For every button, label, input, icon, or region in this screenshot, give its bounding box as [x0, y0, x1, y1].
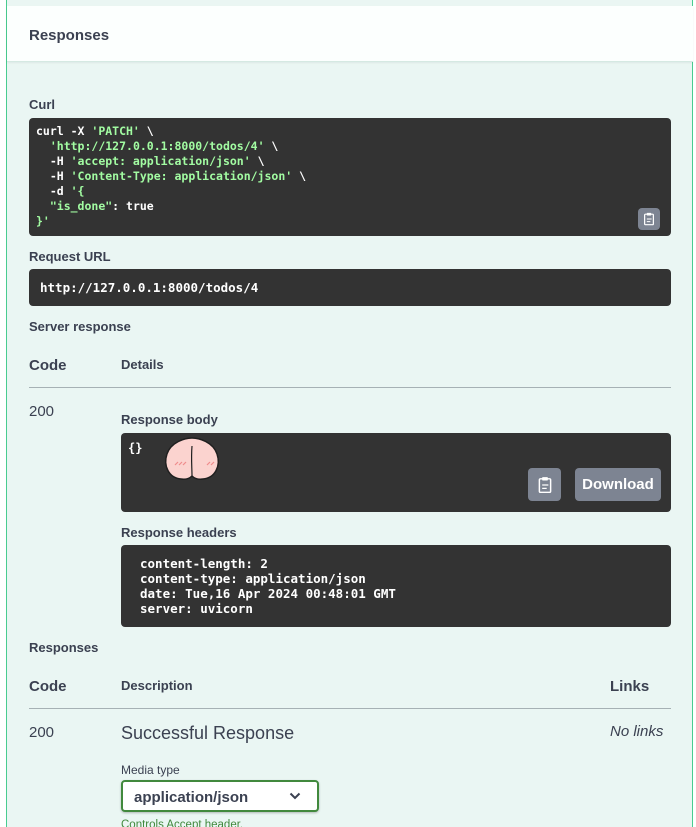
responses-header: Responses: [7, 6, 693, 62]
curl-token: -H: [36, 154, 71, 168]
curl-string-token: 'PATCH': [91, 124, 140, 138]
response-header-line: content-length: 2: [140, 556, 268, 571]
server-response-code-header: Code: [29, 357, 67, 374]
response-headers-label: Response headers: [121, 525, 237, 540]
responses-links-header: Links: [610, 678, 650, 695]
curl-string-token: 'http://127.0.0.1:8000/todos/4': [49, 139, 265, 153]
controls-accept-header-text: Controls Accept header.: [121, 819, 244, 827]
media-type-selected-value: application/json: [134, 789, 249, 806]
curl-token: curl -X: [36, 124, 92, 138]
chevron-down-icon: [289, 792, 301, 800]
request-url-box[interactable]: http://127.0.0.1:8000/todos/4: [29, 269, 671, 306]
peach-sticker-icon: [165, 437, 219, 480]
curl-line: "is_done": true: [36, 199, 664, 214]
curl-string-token: '{: [70, 184, 85, 198]
responses-label: Responses: [29, 640, 99, 655]
curl-lines: curl -X 'PATCH' \ 'http://127.0.0.1:8000…: [36, 124, 664, 229]
clipboard-icon: [644, 212, 654, 226]
responses-links: No links: [610, 723, 664, 740]
curl-token: \: [139, 124, 154, 138]
response-headers-block[interactable]: content-length: 2 content-type: applicat…: [121, 545, 671, 627]
request-url-label: Request URL: [29, 249, 111, 264]
clipboard-icon: [538, 476, 551, 493]
curl-string-token: 'accept: application/json': [70, 154, 251, 168]
responses-description-header: Description: [121, 678, 193, 693]
curl-line: curl -X 'PATCH' \: [36, 124, 664, 139]
responses-header-title: Responses: [29, 27, 110, 44]
response-body-label: Response body: [121, 412, 218, 427]
curl-token: \: [250, 154, 265, 168]
media-type-label: Media type: [121, 763, 180, 777]
curl-token: \: [292, 169, 307, 183]
curl-token: : true: [112, 199, 154, 213]
curl-code-block[interactable]: curl -X 'PATCH' \ 'http://127.0.0.1:8000…: [29, 118, 671, 236]
curl-line: -H 'Content-Type: application/json' \: [36, 169, 664, 184]
responses-status-code: 200: [29, 724, 55, 741]
copy-curl-button[interactable]: [638, 208, 660, 230]
curl-line: }': [36, 214, 664, 229]
curl-string-token: 'Content-Type: application/json': [70, 169, 293, 183]
server-response-divider: [29, 387, 671, 388]
curl-token: [36, 139, 50, 153]
download-button[interactable]: Download: [575, 468, 661, 501]
curl-string-token: }': [36, 214, 50, 228]
responses-code-header: Code: [29, 678, 67, 695]
server-response-status-code: 200: [29, 403, 55, 420]
response-header-line: date: Tue,16 Apr 2024 00:48:01 GMT: [140, 586, 396, 601]
responses-divider: [29, 708, 671, 709]
responses-panel: Responses Curl curl -X 'PATCH' \ 'http:/…: [6, 0, 693, 827]
curl-token: -d: [36, 184, 71, 198]
curl-token: \: [264, 139, 279, 153]
response-body-text: {}: [128, 441, 143, 455]
curl-token: -H: [36, 169, 71, 183]
curl-label: Curl: [29, 97, 55, 112]
response-header-line: server: uvicorn: [140, 601, 253, 616]
curl-line: 'http://127.0.0.1:8000/todos/4' \: [36, 139, 664, 154]
server-response-label: Server response: [29, 319, 131, 334]
media-type-select[interactable]: application/json: [121, 780, 319, 812]
copy-response-body-button[interactable]: [528, 468, 561, 501]
server-response-details-header: Details: [121, 357, 164, 372]
response-header-line: content-type: application/json: [140, 571, 366, 586]
curl-line: -d '{: [36, 184, 664, 199]
curl-token: [36, 199, 50, 213]
responses-description: Successful Response: [121, 723, 295, 743]
curl-line: -H 'accept: application/json' \: [36, 154, 664, 169]
curl-string-token: "is_done": [49, 199, 113, 213]
